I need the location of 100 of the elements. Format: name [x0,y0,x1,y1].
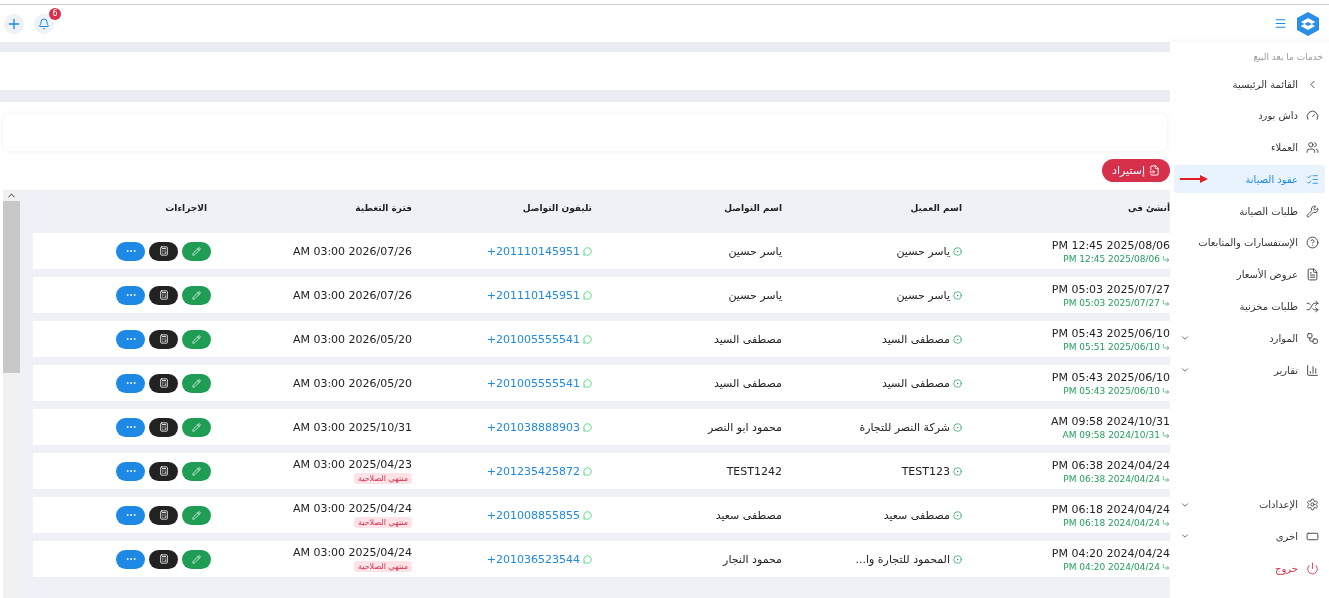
more-button[interactable] [116,461,145,481]
sidebar-item[interactable]: خروج [1174,554,1325,583]
power-icon [1306,561,1319,575]
menu-icon[interactable] [1274,17,1287,30]
column-header: الاجراءات [164,202,208,213]
import-button[interactable]: إستيراد [1102,159,1170,182]
more-button[interactable] [116,505,145,525]
column-header: اسم العميل [909,202,963,213]
sidebar-item[interactable]: الإستفسارات والمتابعات [1174,229,1325,257]
phone-link[interactable]: +201110145951 [486,288,580,302]
column-header: اسم التواصل [723,202,783,213]
notification-button[interactable] [34,13,54,34]
more-button[interactable] [116,285,145,305]
customer-name: TEST123 [901,464,950,478]
created-date: AM 09:58 2024/10/31 [1050,414,1170,428]
calculator-icon [158,378,169,388]
updated-arrow-icon [1162,474,1170,483]
users-icon [1306,141,1319,155]
coverage-date: AM 03:00 2026/07/26 [292,288,412,302]
updated-arrow-icon [1162,430,1170,439]
more-button[interactable] [116,549,145,569]
updated-arrow-icon [1162,254,1170,263]
more-button[interactable] [116,329,145,349]
customer-name: شركة النصر للتجارة [859,420,950,434]
updated-date: PM 06:38 2024/04/24 [1063,473,1160,484]
chat-icon [583,378,592,388]
phone-link[interactable]: +201110145951 [486,244,580,258]
pencil-icon [192,378,201,388]
list-icon [1306,172,1319,186]
pencil-icon [192,246,201,256]
customer-name: ياسر حسين [896,244,950,258]
network-icon [1306,331,1319,345]
calculator-icon [158,510,169,520]
phone-link[interactable]: +201005555541 [486,332,580,346]
column-header: تليفون التواصل [521,202,593,213]
pencil-icon [192,334,201,344]
calculator-button[interactable] [149,417,178,437]
contact-name: TEST1242 [726,464,782,478]
settings-icon [1306,498,1319,512]
phone-link[interactable]: +201038888903 [486,420,580,434]
coverage-date: AM 03:00 2026/05/20 [292,332,412,346]
chat-icon [583,290,592,300]
contact-name: مصطفى السيد [714,332,782,346]
pencil-icon [192,290,201,300]
contact-name: مصطفى سعيد [715,508,782,522]
calculator-icon [158,466,169,476]
sidebar-item[interactable]: طلبات مخزنية [1174,292,1325,321]
status-icon [953,510,962,520]
chat-icon [583,554,592,564]
customer-name: ياسر حسين [896,288,950,302]
calculator-button[interactable] [149,285,178,305]
chat-icon [583,466,592,476]
column-header: فترة التغطية [354,202,413,213]
expired-badge: منتهي الصلاحية [353,517,412,528]
status-icon [953,422,962,432]
calculator-button[interactable] [149,549,178,569]
contact-name: محمود النجار [723,552,782,566]
created-date: PM 05:03 2025/07/27 [1051,282,1170,296]
customer-name: المحمود للتجارة وا... [855,552,950,566]
question-icon [1306,236,1319,250]
sidebar-item[interactable]: طلبات الصيانة [1174,197,1325,226]
chat-icon [583,510,592,520]
sidebar-item[interactable]: داش بورد [1174,101,1325,130]
updated-date: PM 04:20 2024/04/24 [1063,561,1160,572]
expired-badge: منتهي الصلاحية [353,473,412,484]
sidebar-item[interactable]: اخرى [1174,522,1325,551]
phone-link[interactable]: +201005555541 [486,376,580,390]
calculator-button[interactable] [149,461,178,481]
column-header: أنشئ فى [1127,202,1170,213]
sidebar-item[interactable]: الإعدادات [1174,490,1325,519]
status-icon [953,246,962,256]
sidebar-item[interactable]: القائمة الرئيسية [1174,70,1325,98]
pencil-icon [192,422,201,432]
contact-name: محمود ابو النصر [707,420,782,434]
pencil-icon [192,510,201,520]
sidebar-item[interactable]: تقارير [1174,356,1325,385]
created-date: PM 06:38 2024/04/24 [1051,458,1170,472]
phone-link[interactable]: +201008855855 [486,508,580,522]
calculator-icon [158,422,169,432]
calculator-button[interactable] [149,505,178,525]
calculator-button[interactable] [149,373,178,393]
sidebar-item[interactable]: العملاء [1174,133,1325,162]
status-icon [953,334,962,344]
calculator-icon [158,554,169,564]
more-button[interactable] [116,373,145,393]
more-button[interactable] [116,417,145,437]
sidebar-item[interactable]: الموارد [1174,324,1325,353]
status-icon [953,378,962,388]
coverage-date: AM 03:00 2026/05/20 [292,376,412,390]
more-button[interactable] [116,241,145,261]
calculator-icon [158,246,169,256]
calculator-button[interactable] [149,329,178,349]
notification-badge: 6 [49,7,61,20]
sidebar-item[interactable]: عروض الأسعار [1174,260,1325,289]
calculator-button[interactable] [149,241,178,261]
pencil-icon [192,466,201,476]
phone-link[interactable]: +201036523544 [486,552,580,566]
scrollbar[interactable] [3,190,20,598]
phone-link[interactable]: +201235425872 [486,464,580,478]
add-button[interactable] [4,13,24,34]
